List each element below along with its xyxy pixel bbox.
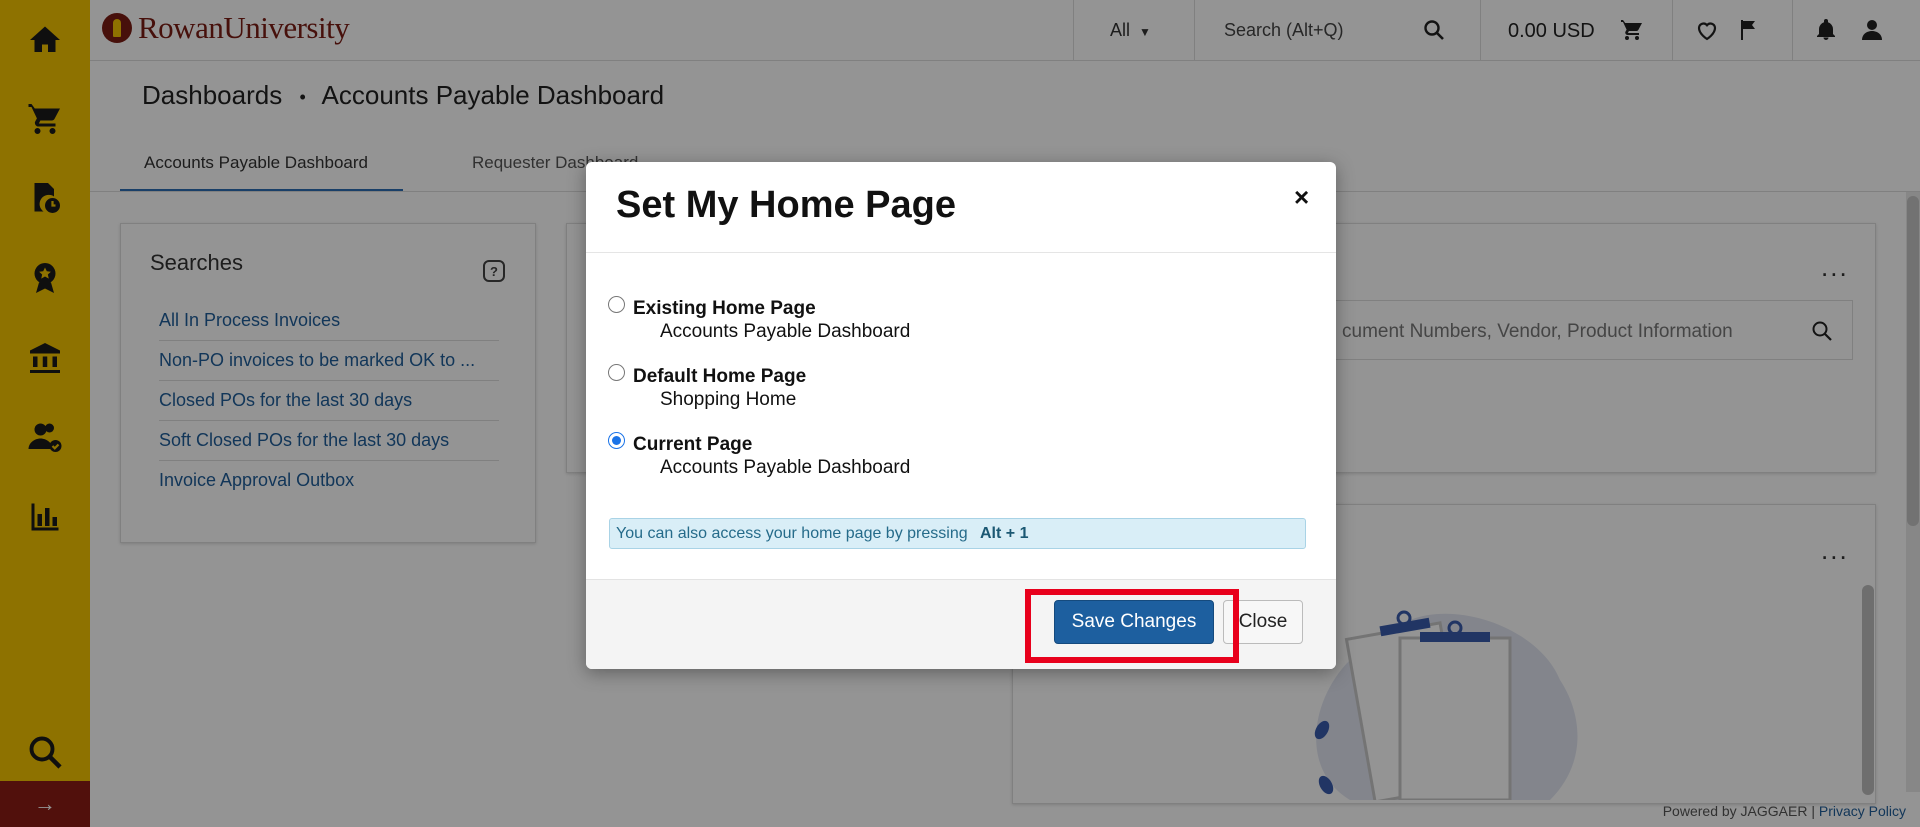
option-label[interactable]: Default Home Page bbox=[633, 366, 806, 388]
option-label[interactable]: Existing Home Page bbox=[633, 298, 816, 320]
info-shortcut-key: Alt + 1 bbox=[980, 525, 1029, 542]
option-label[interactable]: Current Page bbox=[633, 434, 752, 456]
home-page-shortcut-info: You can also access your home page by pr… bbox=[609, 518, 1306, 549]
option-value: Accounts Payable Dashboard bbox=[660, 321, 911, 342]
dialog-title: Set My Home Page bbox=[616, 184, 956, 226]
option-value: Shopping Home bbox=[660, 389, 797, 410]
annotation-highlight-box bbox=[1025, 589, 1239, 663]
dialog-divider bbox=[586, 252, 1336, 253]
radio-existing-home-page[interactable] bbox=[608, 296, 625, 313]
radio-current-page[interactable] bbox=[608, 432, 625, 449]
close-icon[interactable]: × bbox=[1294, 182, 1309, 213]
info-text: You can also access your home page by pr… bbox=[616, 525, 968, 542]
option-value: Accounts Payable Dashboard bbox=[660, 457, 911, 478]
radio-default-home-page[interactable] bbox=[608, 364, 625, 381]
